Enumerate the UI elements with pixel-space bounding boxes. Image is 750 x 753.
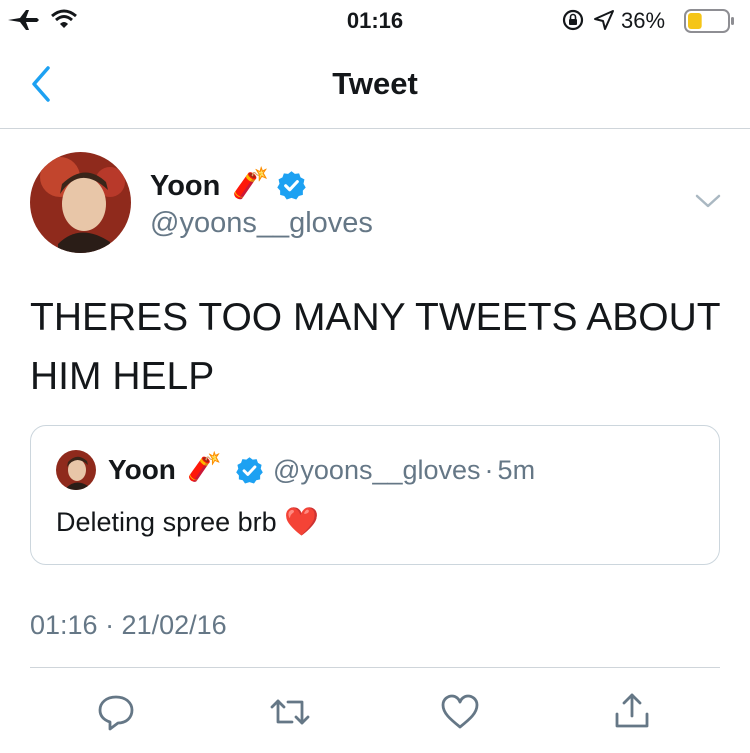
reply-icon[interactable] bbox=[96, 692, 136, 732]
rotation-lock-icon bbox=[562, 9, 584, 31]
battery-percentage: 36% bbox=[621, 8, 666, 33]
quoted-firecracker-emoji-icon: 🧨 bbox=[187, 451, 222, 482]
like-icon[interactable] bbox=[440, 692, 480, 732]
quoted-avatar[interactable] bbox=[56, 450, 96, 490]
tweet-text: THERES TOO MANY TWEETS ABOUT HIM HELP bbox=[30, 296, 720, 398]
quoted-tweet-text-row: Deleting spree brb ❤️ bbox=[56, 505, 319, 538]
quoted-age: 5m bbox=[497, 455, 536, 485]
author-name[interactable]: Yoon bbox=[150, 170, 220, 203]
divider bbox=[30, 667, 720, 668]
tweet-timestamp: 01:16 · 21/02/16 bbox=[30, 610, 227, 640]
heart-emoji-icon: ❤️ bbox=[284, 506, 320, 537]
quoted-tweet-card[interactable]: Yoon 🧨 @yoons__gloves · 5m Deleting spree … bbox=[30, 425, 720, 565]
avatar[interactable] bbox=[30, 152, 131, 253]
divider bbox=[0, 128, 750, 129]
quoted-author-name[interactable]: Yoon bbox=[108, 454, 176, 486]
quoted-author-handle[interactable]: @yoons__gloves bbox=[273, 455, 481, 485]
author-handle[interactable]: @yoons__gloves bbox=[150, 207, 373, 240]
location-icon bbox=[594, 10, 614, 30]
quoted-tweet-text: Deleting spree brb bbox=[56, 507, 277, 537]
chevron-down-icon[interactable] bbox=[694, 192, 722, 210]
share-icon[interactable] bbox=[612, 690, 652, 730]
page-title: Tweet bbox=[332, 66, 418, 101]
battery-icon bbox=[684, 9, 734, 33]
quoted-separator: · bbox=[484, 455, 494, 485]
retweet-icon[interactable] bbox=[270, 692, 310, 732]
verified-badge-icon bbox=[277, 171, 306, 200]
quoted-verified-badge-icon bbox=[236, 457, 263, 484]
firecracker-emoji-icon: 🧨 bbox=[232, 167, 270, 200]
status-bar: 01:16 36% bbox=[0, 0, 750, 40]
quoted-meta: @yoons__gloves · 5m bbox=[273, 455, 535, 486]
